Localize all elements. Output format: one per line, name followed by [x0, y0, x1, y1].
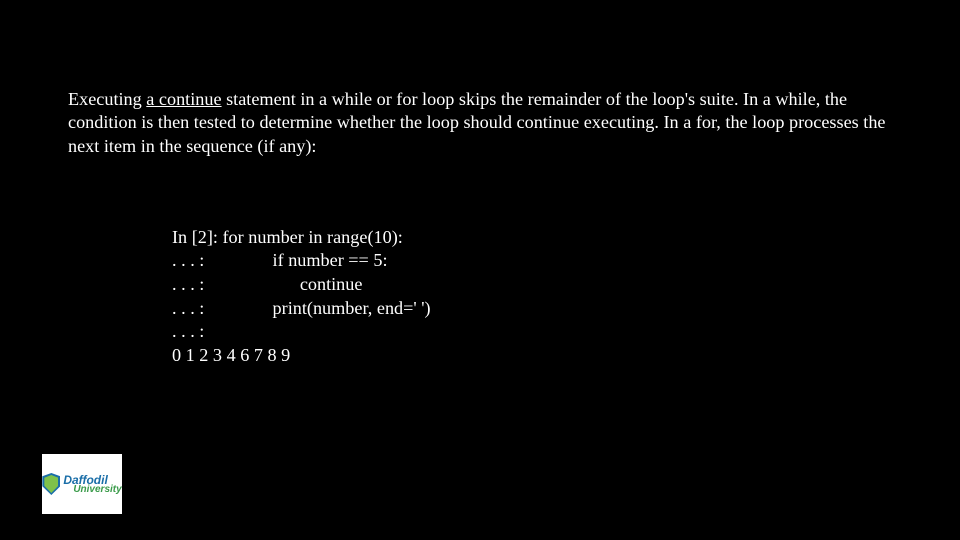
logo-inner: Daffodil University — [42, 473, 121, 495]
para-underlined: a continue — [146, 89, 221, 109]
para-prefix: Executing — [68, 89, 146, 109]
description-paragraph: Executing a continue statement in a whil… — [68, 88, 904, 158]
code-line-1: In [2]: for number in range(10): — [172, 227, 403, 247]
code-example: In [2]: for number in range(10): . . . :… — [172, 202, 431, 368]
logo-text: Daffodil University — [63, 474, 121, 495]
slide-content: Executing a continue statement in a whil… — [68, 88, 904, 158]
code-line-4: . . . : print(number, end=' ') — [172, 298, 431, 318]
shield-icon — [42, 473, 60, 495]
code-line-2: . . . : if number == 5: — [172, 250, 388, 270]
logo-sub-text: University — [73, 485, 121, 495]
code-line-3: . . . : continue — [172, 274, 362, 294]
code-line-5: . . . : — [172, 321, 204, 341]
university-logo: Daffodil University — [42, 454, 122, 514]
code-output: 0 1 2 3 4 6 7 8 9 — [172, 345, 290, 365]
